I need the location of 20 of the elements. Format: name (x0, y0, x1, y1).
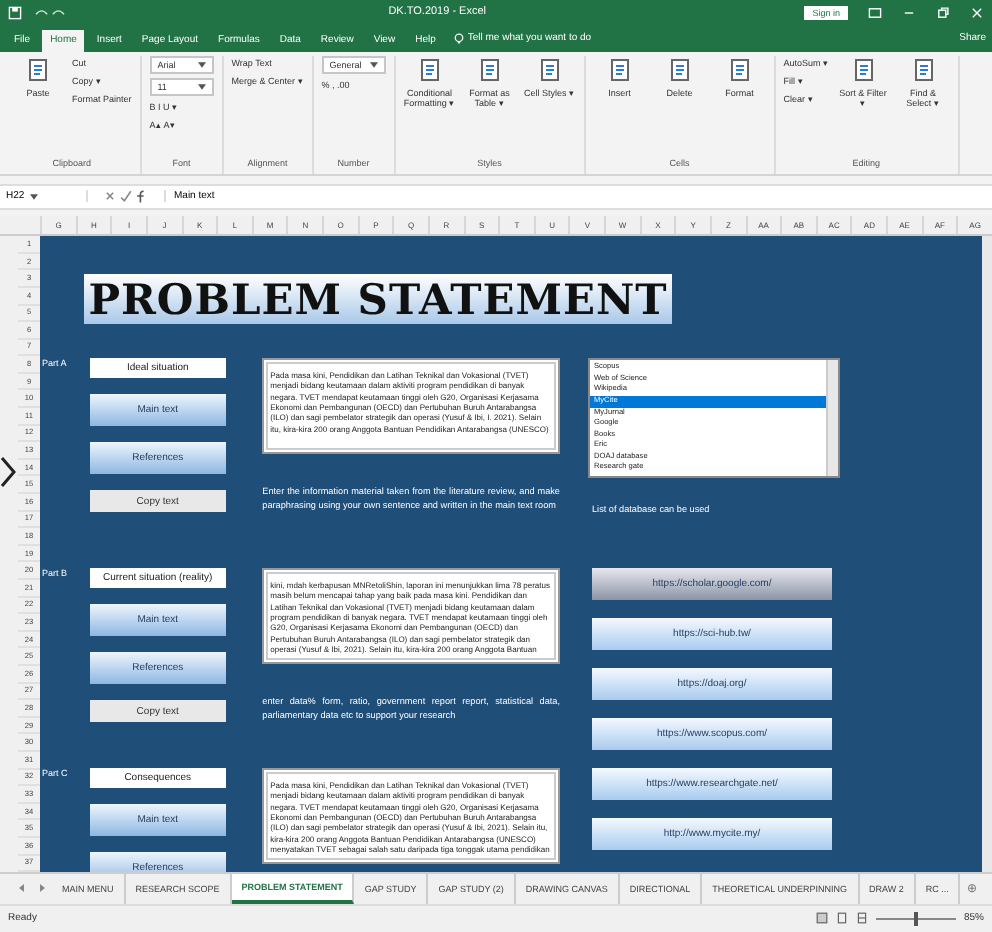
page-break-icon[interactable] (855, 912, 868, 925)
next-sheet-icon[interactable] (36, 882, 48, 895)
page-layout-icon[interactable] (835, 912, 848, 925)
scroll-bar[interactable] (826, 360, 838, 477)
caret-icon (369, 61, 378, 68)
banner-title: PROBLEM STATEMENT (88, 274, 668, 325)
undo-redo-icon[interactable] (30, 5, 70, 20)
caret-icon (30, 193, 39, 200)
close-icon[interactable] (970, 5, 984, 20)
normal-view-icon[interactable] (815, 912, 828, 925)
ribbon-display-icon[interactable] (868, 5, 882, 20)
caret-icon (197, 61, 206, 68)
zoom-thumb[interactable] (913, 911, 918, 926)
scroll-bar[interactable] (982, 236, 992, 873)
lightbulb-icon (453, 31, 464, 46)
previous-sheet-icon[interactable] (16, 882, 28, 895)
save-icon[interactable] (8, 5, 22, 20)
chevron-icon (0, 456, 16, 489)
caret-icon (197, 83, 206, 90)
restore-icon[interactable] (936, 5, 950, 20)
